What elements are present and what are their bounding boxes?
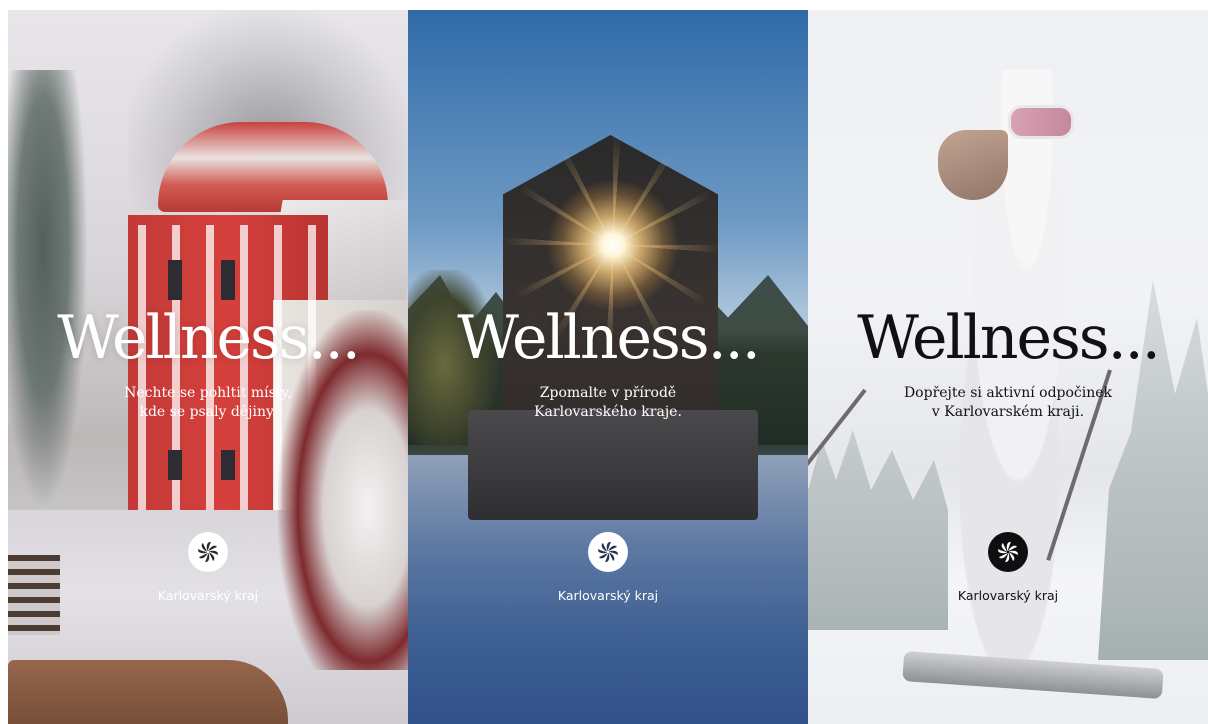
- panel-content: Wellness... Nechte se pohltit místy, kde…: [8, 10, 408, 724]
- panel-content: Wellness... Zpomalte v přírodě Karlovars…: [408, 10, 808, 724]
- brand-name: Karlovarský kraj: [557, 588, 659, 603]
- panel-title: Wellness...: [457, 303, 761, 373]
- pinwheel-flower-icon: [998, 542, 1018, 562]
- pinwheel-flower-icon: [598, 542, 618, 562]
- brand-name: Karlovarský kraj: [957, 588, 1059, 603]
- subtitle-line: Zpomalte v přírodě: [539, 385, 677, 401]
- brand-logo: [188, 532, 228, 572]
- subtitle-line: Nechte se pohltit místy,: [124, 385, 292, 401]
- subtitle-line: v Karlovarském kraji.: [931, 404, 1085, 420]
- panel-subtitle: Nechte se pohltit místy, kde se psaly dě…: [68, 384, 348, 422]
- panel-subtitle: Zpomalte v přírodě Karlovarského kraje.: [468, 384, 748, 422]
- subtitle-line: Dopřejte si aktivní odpočinek: [903, 385, 1113, 401]
- panel-title: Wellness...: [57, 303, 361, 373]
- subtitle-line: Karlovarského kraje.: [534, 404, 682, 420]
- panel-title: Wellness...: [857, 303, 1161, 373]
- brand-logo: [588, 532, 628, 572]
- brand-logo: [988, 532, 1028, 572]
- pinwheel-flower-icon: [198, 542, 218, 562]
- panel-skier[interactable]: Wellness... Dopřejte si aktivní odpočine…: [808, 10, 1208, 724]
- brand-name: Karlovarský kraj: [157, 588, 259, 603]
- panel-subtitle: Dopřejte si aktivní odpočinek v Karlovar…: [868, 384, 1148, 422]
- panel-sunburst-forest[interactable]: Wellness... Zpomalte v přírodě Karlovars…: [408, 10, 808, 724]
- panel-winter-chateau[interactable]: Wellness... Nechte se pohltit místy, kde…: [8, 10, 408, 724]
- subtitle-line: kde se psaly dějiny.: [139, 404, 277, 420]
- campaign-banner-strip: Wellness... Nechte se pohltit místy, kde…: [8, 10, 1208, 724]
- panel-content: Wellness... Dopřejte si aktivní odpočine…: [808, 10, 1208, 724]
